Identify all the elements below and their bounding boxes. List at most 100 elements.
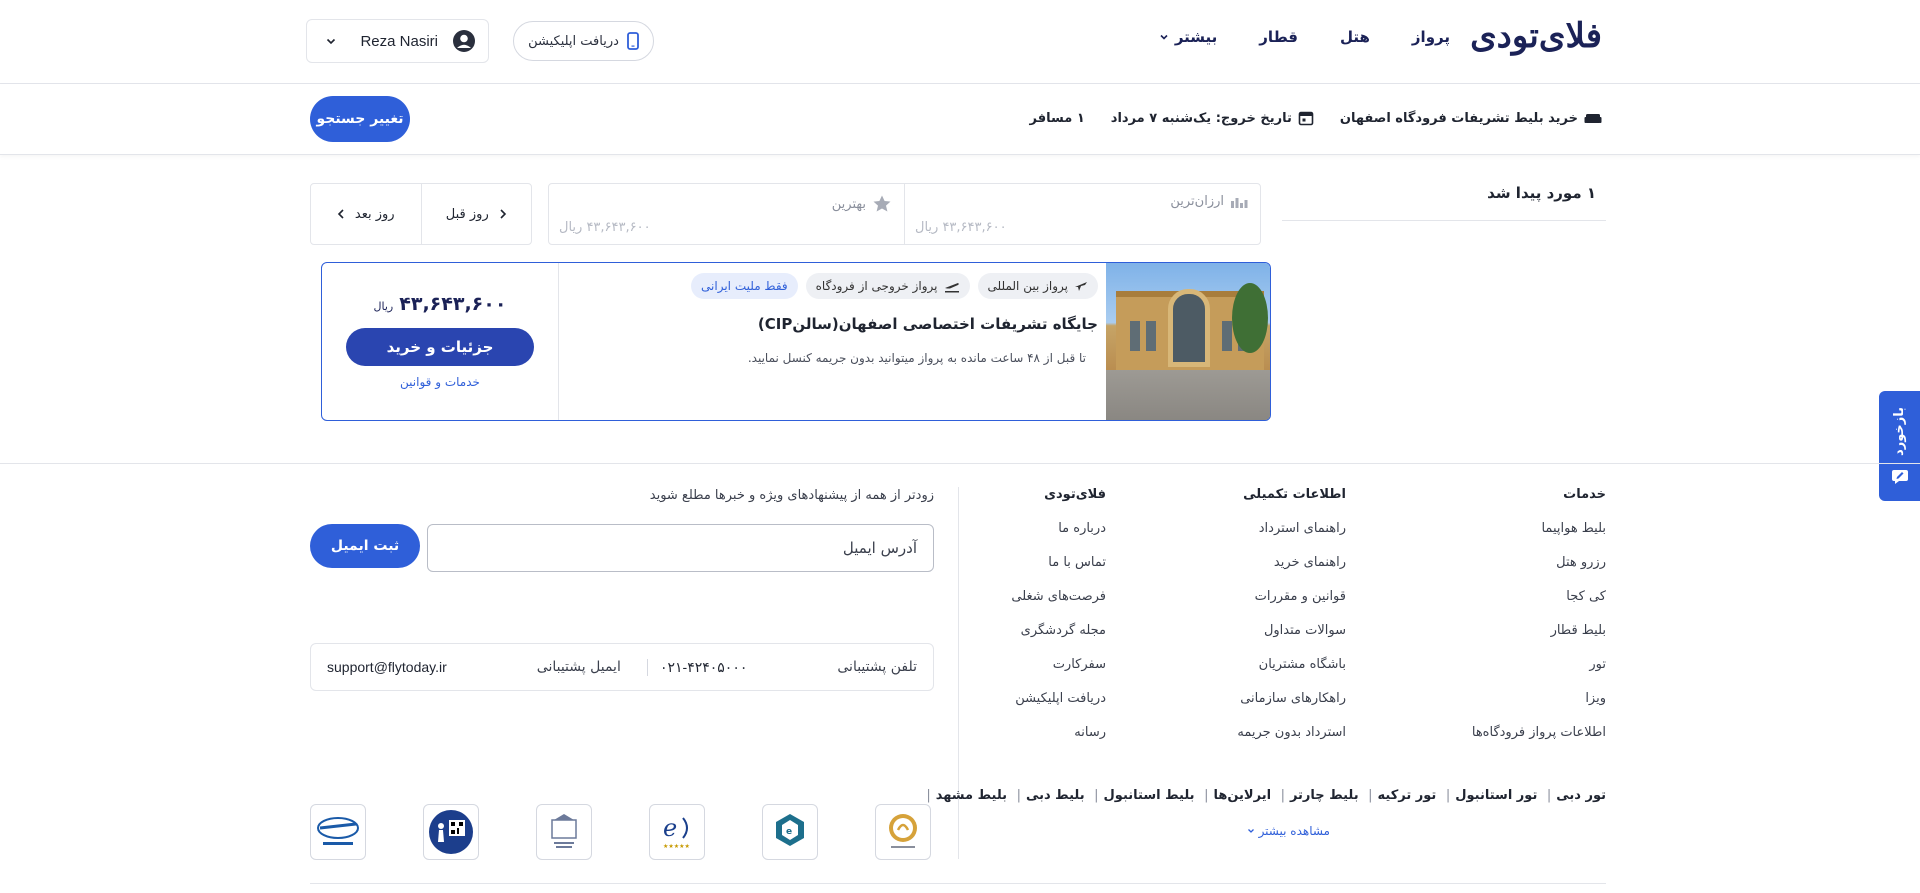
card-price: ۴۳,۶۴۳,۶۰۰ ریال <box>322 293 558 315</box>
footer-link-terms[interactable]: قوانین و مقررات <box>1237 589 1346 604</box>
show-more-link[interactable]: مشاهده بیشتر <box>1247 824 1330 838</box>
svg-text:e: e <box>663 814 677 842</box>
chevron-down-icon <box>326 38 336 45</box>
footer-link-train[interactable]: بلیط قطار <box>1472 623 1606 638</box>
summary-passengers-text: ۱ مسافر <box>1029 110 1085 126</box>
next-day-button[interactable]: روز بعد <box>311 184 422 244</box>
footer-link-tour[interactable]: تور <box>1472 657 1606 672</box>
feedback-tab[interactable]: بازخورد <box>1879 391 1920 501</box>
popular-link-istanbul-tour[interactable]: تور استانبول <box>1455 788 1537 803</box>
nav-more-label: بیشتر <box>1174 28 1218 46</box>
footer-bottom-divider <box>310 883 1606 884</box>
nav-more[interactable]: بیشتر <box>1159 28 1217 46</box>
user-menu[interactable]: Reza Nasiri <box>306 19 489 63</box>
nav-train[interactable]: قطار <box>1259 28 1298 46</box>
feedback-icon <box>1891 470 1908 485</box>
popular-link-istanbul-ticket[interactable]: بلیط استانبول <box>1104 788 1195 803</box>
result-card[interactable]: پرواز بین المللی پرواز خروجی از فرودگاه … <box>321 262 1271 421</box>
user-name: Reza Nasiri <box>360 32 438 50</box>
footer-link-corporate[interactable]: راهکارهای سازمانی <box>1237 691 1346 706</box>
download-app-button[interactable]: دریافت اپلیکیشن <box>513 21 654 61</box>
ecommerce-union-badge[interactable]: e <box>762 804 818 860</box>
footer-info-title: اطلاعات تکمیلی <box>1243 487 1346 502</box>
footer-link-customer-club[interactable]: باشگاه مشتریان <box>1237 657 1346 672</box>
support-email-label: ایمیل پشتیبانی <box>536 659 621 675</box>
footer-link-free-refund[interactable]: استرداد بدون جریمه <box>1237 725 1346 740</box>
card-price-currency: ریال <box>373 300 394 313</box>
card-title: جایگاه تشریفات اختصاصی اصفهان(سالنCIP) <box>757 315 1098 333</box>
popular-links: تور دبی| تور استانبول| تور ترکیه| بلیط چ… <box>926 788 1606 803</box>
footer-link-purchase-guide[interactable]: راهنمای خرید <box>1237 555 1346 570</box>
footer-link-app[interactable]: دریافت اپلیکیشن <box>1011 691 1106 706</box>
user-avatar-icon <box>453 30 475 52</box>
card-tags: پرواز بین المللی پرواز خروجی از فرودگاه … <box>691 273 1098 299</box>
bar-chart-icon <box>1231 197 1248 208</box>
samandehi-badge[interactable] <box>875 804 931 860</box>
feedback-label: بازخورد <box>1892 406 1907 456</box>
footer-link-visa[interactable]: ویزا <box>1472 691 1606 706</box>
sort-best[interactable]: بهترین ۴۳,۶۴۳,۶۰۰ ریال <box>549 184 905 244</box>
summary-date: تاریخ خروج: یک‌شنبه ۷ مرداد <box>1111 110 1314 126</box>
support-contact-box: تلفن پشتیبانی ۰۲۱-۴۲۴۰۵۰۰۰ ایمیل پشتیبان… <box>310 643 934 691</box>
footer-vertical-divider <box>958 487 959 859</box>
tag-departure-label: پرواز خروجی از فرودگاه <box>815 279 938 293</box>
support-email-value[interactable]: support@flytoday.ir <box>327 659 447 675</box>
sort-cheapest[interactable]: ارزان‌ترین ۴۳,۶۴۳,۶۰۰ ریال <box>905 184 1260 244</box>
footer-link-flight-info[interactable]: اطلاعات پرواز فرودگاه‌ها <box>1472 725 1606 740</box>
support-phone: تلفن پشتیبانی ۰۲۱-۴۲۴۰۵۰۰۰ <box>646 658 917 676</box>
newsletter-submit-button[interactable]: ثبت ایمیل <box>310 524 420 568</box>
footer-link-careers[interactable]: فرصت‌های شغلی <box>1011 589 1106 604</box>
chevron-down-icon <box>1160 34 1168 40</box>
card-price-panel: ۴۳,۶۴۳,۶۰۰ ریال جزئیات و خرید خدمات و قو… <box>322 263 559 420</box>
tag-iranian-only: فقط ملیت ایرانی <box>691 273 798 299</box>
airline-association-badge[interactable] <box>310 804 366 860</box>
services-rules-link[interactable]: خدمات و قوانین <box>322 375 558 389</box>
chevron-down-icon <box>1247 829 1254 833</box>
mobile-phone-icon <box>627 32 639 50</box>
support-phone-value[interactable]: ۰۲۱-۴۲۴۰۵۰۰۰ <box>660 659 747 676</box>
footer-link-refund-guide[interactable]: راهنمای استرداد <box>1237 521 1346 536</box>
results-divider <box>1282 220 1606 221</box>
airport-photo <box>1106 263 1270 420</box>
tag-international: پرواز بین المللی <box>977 273 1098 299</box>
footer-services-title: خدمات <box>1563 487 1606 502</box>
tag-international-label: پرواز بین المللی <box>987 279 1068 293</box>
cao-badge[interactable] <box>536 804 592 860</box>
flytoday-logo[interactable]: فلای‌تودی <box>1470 16 1603 56</box>
footer-link-safarcard[interactable]: سفرکارت <box>1011 657 1106 672</box>
nav-hotel[interactable]: هتل <box>1340 28 1370 46</box>
footer-link-hotel[interactable]: رزرو هتل <box>1472 555 1606 570</box>
newsletter-text: زودتر از همه از پیشنهادهای ویژه و خبرها … <box>649 488 934 503</box>
enamad-badge[interactable]: e ★★★★★ <box>649 804 705 860</box>
popular-link-turkey-tour[interactable]: تور ترکیه <box>1378 788 1437 803</box>
popular-link-charter[interactable]: بلیط چارتر <box>1290 788 1359 803</box>
footer-services-column: خدمات بلیط هواپیما رزرو هتل کی کجا بلیط … <box>1472 487 1606 759</box>
popular-link-dubai-ticket[interactable]: بلیط دبی <box>1026 788 1085 803</box>
footer-link-magazine[interactable]: مجله گردشگری <box>1011 623 1106 638</box>
popular-link-mashhad-ticket[interactable]: بلیط مشهد <box>936 788 1007 803</box>
change-search-button[interactable]: تغییر جستجو <box>310 96 410 142</box>
popular-link-airlines[interactable]: ایرلاین‌ها <box>1213 788 1271 803</box>
star-icon <box>873 195 891 212</box>
previous-day-button[interactable]: روز قبل <box>422 184 532 244</box>
footer-link-flight[interactable]: بلیط هواپیما <box>1472 521 1606 536</box>
top-header: فلای‌تودی پرواز هتل قطار بیشتر دریافت اپ… <box>0 0 1920 84</box>
nav-flight[interactable]: پرواز <box>1412 28 1450 46</box>
show-more-label: مشاهده بیشتر <box>1258 824 1330 838</box>
search-summary-bar: خرید بلیط تشریفات فرودگاه اصفهان تاریخ خ… <box>0 84 1920 155</box>
popular-link-dubai-tour[interactable]: تور دبی <box>1556 788 1606 803</box>
newsletter-email-input[interactable]: آدرس ایمیل <box>427 524 934 572</box>
footer-link-faq[interactable]: سوالات متداول <box>1237 623 1346 638</box>
sort-options: ارزان‌ترین ۴۳,۶۴۳,۶۰۰ ریال بهترین ۴۳,۶۴۳… <box>548 183 1261 245</box>
details-and-buy-button[interactable]: جزئیات و خرید <box>346 328 534 366</box>
passenger-rights-badge[interactable] <box>423 804 479 860</box>
next-day-label: روز بعد <box>354 206 395 222</box>
footer-flytoday-title: فلای‌تودی <box>1044 487 1106 502</box>
footer-link-media[interactable]: رسانه <box>1011 725 1106 740</box>
sort-cheapest-price: ۴۳,۶۴۳,۶۰۰ ریال <box>915 220 1007 235</box>
footer-info-column: اطلاعات تکمیلی راهنمای استرداد راهنمای خ… <box>1237 487 1346 759</box>
footer-link-contact[interactable]: تماس با ما <box>1011 555 1106 570</box>
footer-link-kikoja[interactable]: کی کجا <box>1472 589 1606 604</box>
lounge-sofa-icon <box>1584 114 1602 123</box>
footer-link-about[interactable]: درباره ما <box>1011 521 1106 536</box>
